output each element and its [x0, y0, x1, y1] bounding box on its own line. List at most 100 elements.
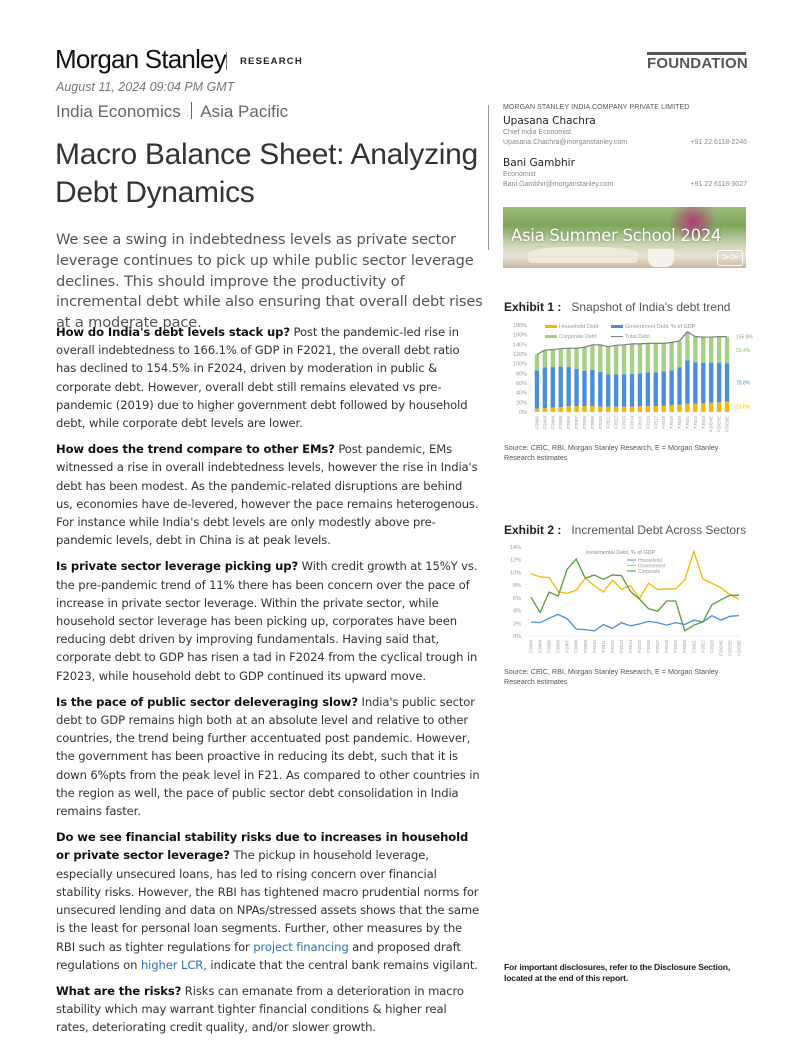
legend-label: Corporate	[638, 569, 660, 575]
y-tick-label: 60%	[516, 381, 527, 387]
x-tick-label: F2020	[677, 416, 682, 429]
x-tick-label: F2017	[655, 640, 660, 653]
bar-segment	[637, 373, 643, 407]
section-heading: How does the trend compare to other EMs?	[56, 442, 335, 457]
section-text: India's public sector debt to GDP remain…	[56, 694, 480, 819]
report-summary: We see a swing in indebtedness levels as…	[56, 231, 483, 332]
category-breadcrumb: India Economics Asia Pacific	[56, 102, 288, 122]
bar-segment	[606, 406, 611, 412]
bar-segment	[709, 337, 714, 363]
higher-lcr-link[interactable]: higher LCR,	[141, 958, 207, 972]
bar-segment	[582, 406, 587, 412]
legend-swatch	[611, 325, 623, 328]
bar-segment	[645, 406, 651, 412]
series-line-government	[530, 549, 740, 600]
section-paragraph: What are the risks? Risks can emanate fr…	[56, 982, 481, 1037]
bar-segment	[558, 366, 563, 408]
bar-segment	[701, 403, 706, 412]
x-tick-label: F2015	[637, 416, 642, 429]
y-tick-label: 20%	[516, 400, 527, 406]
exhibit-1-source: Source: CEIC, RBI, Morgan Stanley Resear…	[504, 443, 719, 462]
bar-segment	[566, 367, 571, 407]
summer-school-banner[interactable]: Asia Summer School 2024 >>	[503, 207, 746, 268]
analyst-name: Upasana Chachra	[503, 115, 596, 127]
exhibit-2-source: Source: CEIC, RBI, Morgan Stanley Resear…	[504, 667, 719, 686]
bar-segment	[621, 374, 627, 407]
exhibit-2-title: Exhibit 2 : Incremental Debt Across Secto…	[504, 523, 746, 537]
series-line-household	[530, 613, 740, 632]
x-tick-label: F2022	[693, 416, 698, 429]
bar-segment	[629, 373, 635, 407]
bar-segment	[566, 348, 571, 368]
x-tick-label: F2009	[583, 640, 588, 653]
bar-segment	[598, 371, 603, 407]
bar-segment	[693, 362, 698, 404]
bar-segment	[629, 406, 635, 412]
x-tick-label: F2025E	[727, 640, 732, 656]
chart-annotation: % of GDP	[671, 324, 696, 330]
x-tick-label: F2009	[590, 416, 595, 429]
bar-segment	[693, 336, 698, 363]
analyst-role: Chief India Economist	[503, 129, 572, 136]
x-tick-label: F2005	[547, 640, 552, 653]
bar-segment	[661, 343, 666, 372]
exhibit-label: Exhibit 1 :	[504, 300, 562, 314]
end-label-total: 155.8%	[736, 335, 753, 341]
bar-segment	[598, 406, 603, 412]
bar-segment	[653, 372, 658, 407]
series-label: FOUNDATION	[647, 55, 748, 72]
x-tick-label: F2017	[653, 416, 658, 429]
bar-segment	[582, 347, 587, 371]
bar-segment	[613, 406, 619, 412]
section-text: The pickup in household leverage, especi…	[56, 848, 480, 954]
analyst-email[interactable]: Upasana.Chachra@morganstanley.com	[503, 139, 627, 146]
bar-segment	[637, 343, 643, 374]
brand-logo: Morgan Stanley	[55, 44, 227, 74]
x-tick-label: F2005	[558, 416, 563, 429]
bar-segment	[724, 401, 730, 412]
banner-text: Asia Summer School 2024	[511, 226, 722, 245]
x-tick-label: F2012	[610, 640, 615, 653]
x-tick-label: F2018	[661, 416, 666, 429]
end-label-government: 78.8%	[736, 380, 751, 386]
bar-segment	[653, 343, 658, 373]
exhibit-1-chart: 0%20%40%60%80%100%120%140%160%180%F2002 F…	[513, 323, 753, 432]
x-tick-label: F2010	[598, 416, 603, 429]
bar-segment	[558, 407, 563, 412]
bar-segment	[677, 367, 682, 405]
bar-segment	[582, 370, 587, 407]
x-tick-label: F2012	[614, 416, 619, 429]
bar-segment	[669, 405, 674, 412]
bar-segment	[693, 403, 698, 412]
x-tick-label: F2022	[700, 640, 705, 653]
y-tick-label: 180%	[513, 323, 527, 329]
division-label: RESEARCH	[240, 56, 303, 67]
section-text: Post pandemic, EMs witnessed a rise in o…	[56, 442, 479, 548]
x-tick-label: F2007	[565, 640, 570, 653]
analyst-phone: +91 22 6118-3027	[690, 181, 747, 188]
x-tick-label: F2014	[628, 640, 633, 653]
y-tick-label: 4%	[513, 609, 521, 615]
analyst-phone: +91 22 6118-2246	[690, 139, 747, 146]
bar-segment	[724, 336, 730, 364]
project-financing-link[interactable]: project financing	[253, 940, 348, 954]
y-tick-label: 0%	[519, 410, 527, 416]
bar-segment	[621, 344, 627, 375]
analyst-email[interactable]: Bani.Gambhir@morganstanley.com	[503, 181, 613, 188]
disclosure-note: For important disclosures, refer to the …	[504, 962, 731, 983]
legend-label: Corporate Debt	[559, 334, 597, 340]
bar-segment	[709, 402, 714, 412]
bar-segment	[534, 370, 540, 409]
bar-segment	[637, 406, 643, 412]
analyst-card: Bani Gambhir Economist Bani.Gambhir@morg…	[503, 157, 747, 188]
x-tick-label: F2003	[542, 416, 547, 429]
x-tick-label: F2006	[556, 640, 561, 653]
bar-segment	[669, 342, 674, 371]
bar-segment	[629, 343, 635, 374]
end-label-household: 23.6%	[736, 405, 751, 411]
banner-forward-button[interactable]: >>	[717, 250, 743, 266]
x-tick-label: F2020	[682, 640, 687, 653]
bar-segment	[653, 406, 658, 412]
bar-segment	[558, 348, 563, 367]
x-tick-label: F2024E	[709, 416, 714, 432]
